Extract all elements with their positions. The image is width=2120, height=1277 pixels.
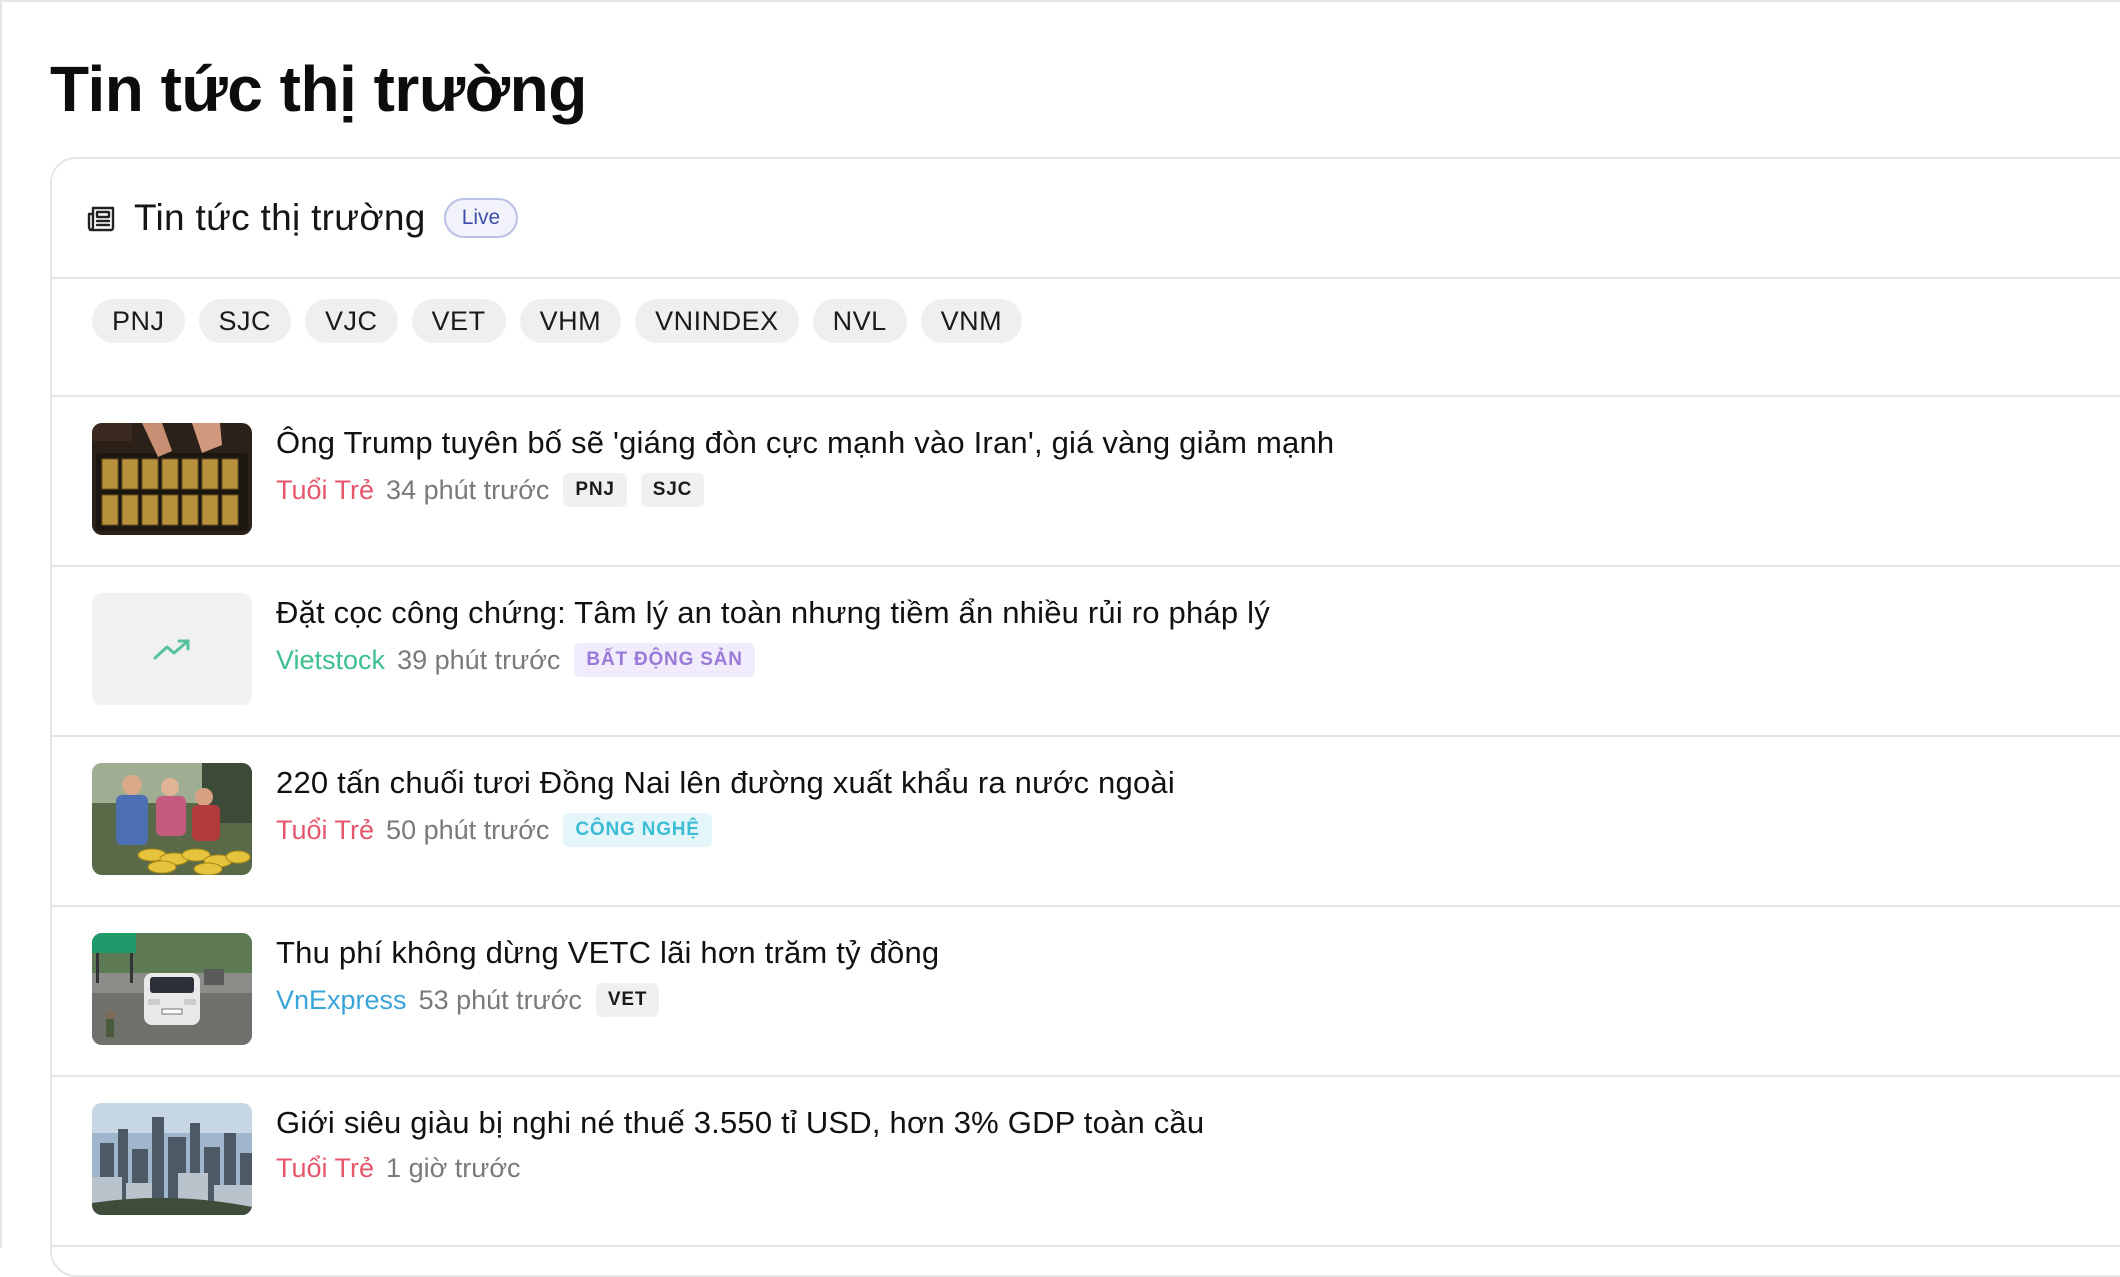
category-tag[interactable]: CÔNG NGHỆ [563, 813, 712, 847]
news-meta: VnExpress 53 phút trước VET [276, 983, 939, 1017]
banana-market-image [92, 763, 252, 875]
news-meta: Tuổi Trẻ 50 phút trước CÔNG NGHỆ [276, 813, 1175, 847]
category-tag[interactable]: BẤT ĐỘNG SẢN [574, 643, 755, 677]
trending-up-icon [152, 636, 192, 662]
news-source: Tuổi Trẻ [276, 814, 375, 845]
news-meta: Tuổi Trẻ 1 giờ trước [276, 1153, 1204, 1184]
news-time: 1 giờ trước [386, 1153, 521, 1183]
news-time: 39 phút trước [397, 644, 561, 675]
news-title[interactable]: Giới siêu giàu bị nghi né thuế 3.550 tỉ … [276, 1103, 1204, 1143]
filter-chip-vjc[interactable]: VJC [305, 299, 398, 343]
filter-chip-vhm[interactable]: VHM [519, 299, 622, 343]
news-time: 34 phút trước [386, 474, 550, 505]
news-item[interactable]: Thu phí không dừng VETC lãi hơn trăm tỷ … [52, 907, 2120, 1077]
ticker-tag[interactable]: SJC [640, 473, 705, 507]
live-badge: Live [443, 198, 519, 238]
news-source: Vietstock [276, 644, 386, 675]
filter-chip-sjc[interactable]: SJC [198, 299, 292, 343]
news-body: Ông Trump tuyên bố sẽ 'giáng đòn cực mạn… [276, 423, 1334, 507]
news-item[interactable]: 220 tấn chuối tươi Đồng Nai lên đường xu… [52, 737, 2120, 907]
market-news-page: Tin tức thị trường Tin tức thị trường Li… [0, 0, 2120, 1277]
news-title[interactable]: 220 tấn chuối tươi Đồng Nai lên đường xu… [276, 763, 1175, 803]
newspaper-icon [86, 202, 118, 234]
news-source: Tuổi Trẻ [276, 1153, 375, 1183]
filter-chip-vnm[interactable]: VNM [920, 299, 1023, 343]
news-list: Ông Trump tuyên bố sẽ 'giáng đòn cực mạn… [52, 397, 2120, 1247]
news-meta: Tuổi Trẻ 34 phút trước PNJ SJC [276, 473, 1334, 507]
news-title[interactable]: Thu phí không dừng VETC lãi hơn trăm tỷ … [276, 933, 939, 973]
news-panel: Tin tức thị trường Live PNJ SJC VJC VET … [50, 157, 2120, 1277]
news-item[interactable]: Giới siêu giàu bị nghi né thuế 3.550 tỉ … [52, 1077, 2120, 1247]
news-source: Tuổi Trẻ [276, 474, 375, 505]
ticker-tag[interactable]: PNJ [563, 473, 627, 507]
news-body: Thu phí không dừng VETC lãi hơn trăm tỷ … [276, 933, 939, 1017]
news-source: VnExpress [276, 984, 407, 1015]
page-title: Tin tức thị trường [50, 53, 587, 125]
filter-chip-vet[interactable]: VET [411, 299, 506, 343]
news-title[interactable]: Đặt cọc công chứng: Tâm lý an toàn nhưng… [276, 593, 1270, 633]
panel-header: Tin tức thị trường Live [52, 159, 2120, 279]
ticker-tag[interactable]: VET [595, 983, 660, 1017]
news-item[interactable]: Đặt cọc công chứng: Tâm lý an toàn nhưng… [52, 567, 2120, 737]
news-time: 53 phút trước [418, 984, 582, 1015]
filter-chip-nvl[interactable]: NVL [812, 299, 907, 343]
news-item[interactable]: Ông Trump tuyên bố sẽ 'giáng đòn cực mạn… [52, 397, 2120, 567]
news-title[interactable]: Ông Trump tuyên bố sẽ 'giáng đòn cực mạn… [276, 423, 1334, 463]
news-meta: Vietstock 39 phút trước BẤT ĐỘNG SẢN [276, 643, 1270, 677]
ticker-filter-bar: PNJ SJC VJC VET VHM VNINDEX NVL VNM [52, 279, 2120, 397]
filter-chip-vnindex[interactable]: VNINDEX [635, 299, 799, 343]
panel-title: Tin tức thị trường [134, 197, 426, 238]
toll-station-car-image [92, 933, 252, 1045]
news-body: Đặt cọc công chứng: Tâm lý an toàn nhưng… [276, 593, 1270, 677]
news-body: Giới siêu giàu bị nghi né thuế 3.550 tỉ … [276, 1103, 1204, 1184]
gold-bars-image [92, 423, 252, 535]
city-skyline-image [92, 1103, 252, 1215]
news-time: 50 phút trước [386, 814, 550, 845]
filter-chip-pnj[interactable]: PNJ [92, 299, 185, 343]
thumbnail-placeholder [92, 593, 252, 705]
news-body: 220 tấn chuối tươi Đồng Nai lên đường xu… [276, 763, 1175, 847]
